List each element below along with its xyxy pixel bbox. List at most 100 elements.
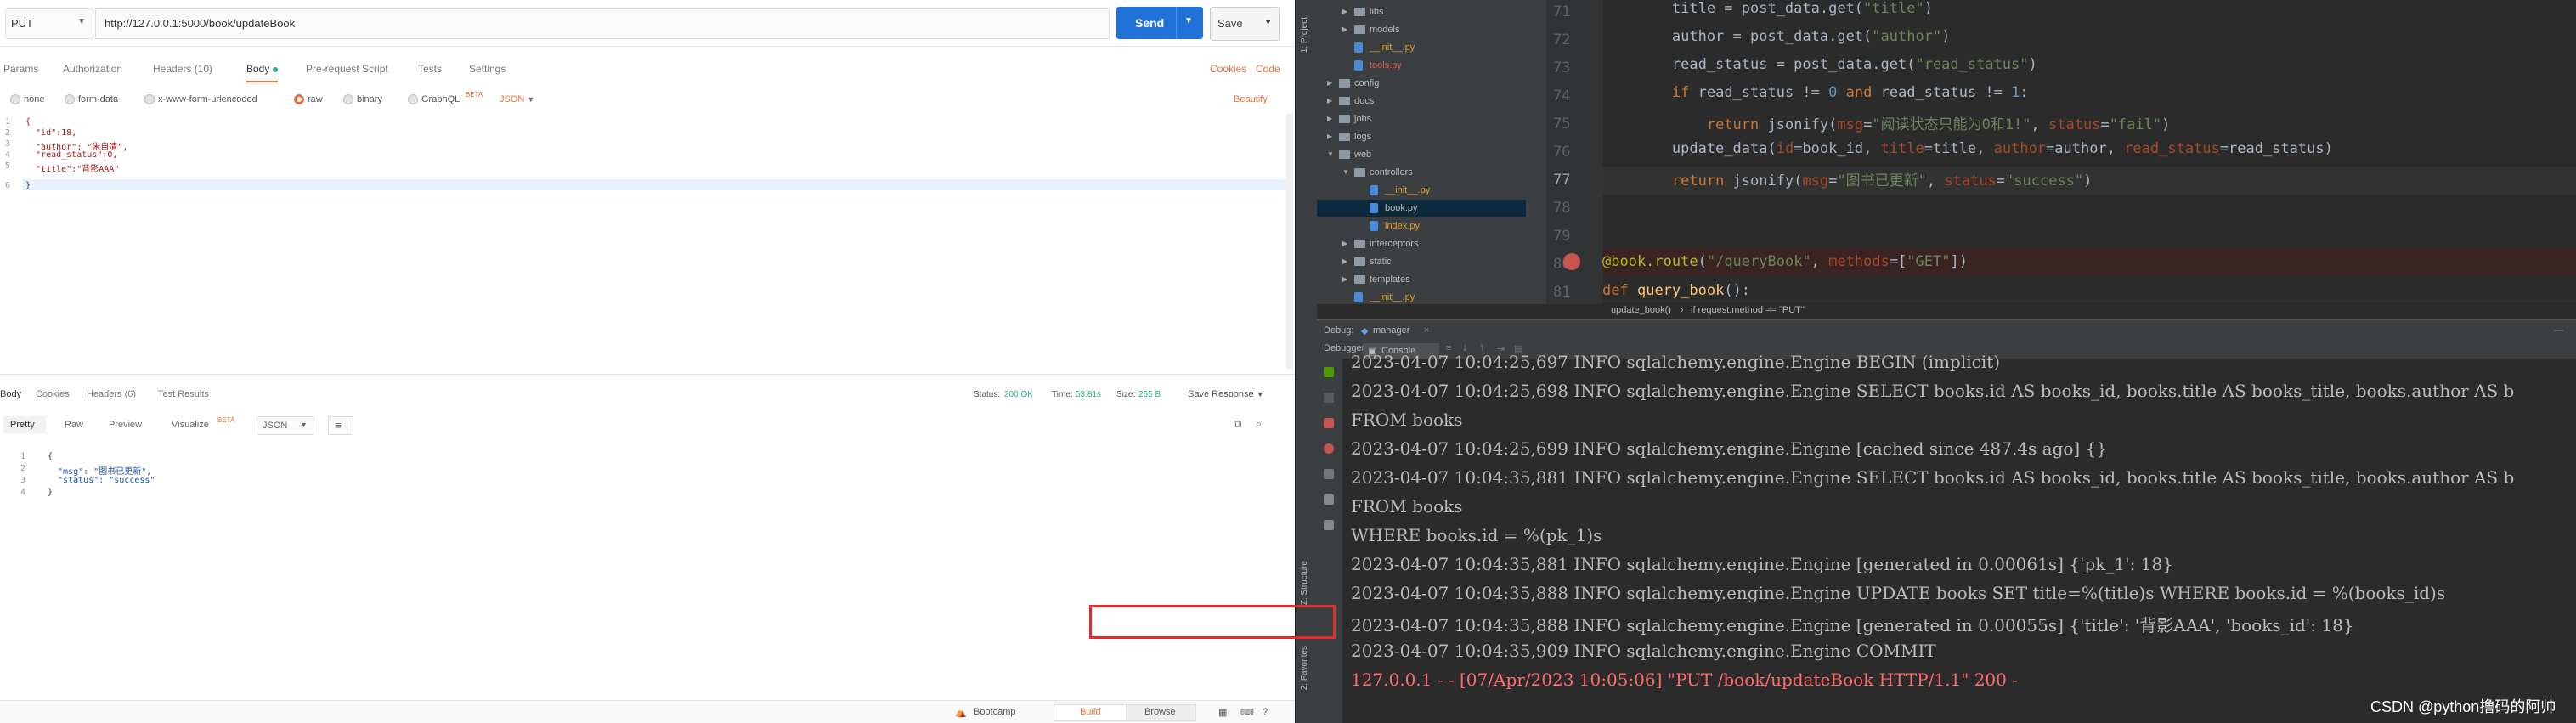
method-select[interactable]: PUT ▼ <box>5 8 93 39</box>
tab-authorization[interactable]: Authorization <box>63 63 122 75</box>
beautify-link[interactable]: Beautify <box>1234 94 1268 104</box>
run-config-tab[interactable]: manager <box>1373 325 1409 336</box>
help-icon[interactable]: ? <box>1263 707 1268 717</box>
radio-form-data[interactable] <box>65 94 75 104</box>
tree-item[interactable]: ▶ docs <box>1317 93 1526 110</box>
tab-params[interactable]: Params <box>3 63 38 75</box>
tree-item[interactable]: __init__.py <box>1317 289 1526 306</box>
response-body-viewer[interactable]: 1 2 3 4 { "msg": "图书已更新", "status": "suc… <box>0 447 1295 702</box>
pane-divider[interactable] <box>0 374 1295 375</box>
settings-icon[interactable] <box>1324 494 1334 505</box>
browse-tab[interactable]: Browse <box>1127 704 1196 721</box>
stop-icon[interactable] <box>1324 418 1334 428</box>
tree-item[interactable]: ▶ templates <box>1317 271 1526 288</box>
minimize-icon[interactable]: — <box>2554 325 2563 336</box>
folder-icon <box>1354 168 1365 177</box>
tree-item-label: tools.py <box>1370 60 1402 71</box>
bootcamp-icon[interactable]: ⛺ <box>955 707 967 718</box>
breakpoint-icon[interactable] <box>1563 253 1580 270</box>
radio-none[interactable] <box>10 94 20 104</box>
expand-right-icon[interactable]: ▶ <box>1327 79 1332 87</box>
tab-response-headers[interactable]: Headers (6) <box>87 389 136 399</box>
python-file-icon <box>1370 185 1378 195</box>
tree-item[interactable]: index.py <box>1317 217 1526 234</box>
pin-icon[interactable] <box>1324 520 1334 530</box>
tab-settings[interactable]: Settings <box>469 63 506 75</box>
expand-right-icon[interactable]: ▶ <box>1342 275 1347 283</box>
expand-right-icon[interactable]: ▶ <box>1327 133 1332 140</box>
build-tab[interactable]: Build <box>1054 704 1127 721</box>
tab-response-body[interactable]: Body <box>0 389 21 399</box>
structure-tool-tab[interactable]: Z: Structure <box>1300 561 1309 605</box>
view-pretty-button[interactable]: Pretty <box>3 416 46 433</box>
close-icon[interactable]: × <box>1424 325 1429 336</box>
body-type-options: none form-data x-www-form-urlencoded raw… <box>0 90 1295 110</box>
radio-urlencoded[interactable] <box>144 94 155 104</box>
tree-item[interactable]: ▶ static <box>1317 253 1526 270</box>
tree-scrollbar[interactable] <box>1526 0 1534 304</box>
tree-item[interactable]: ▼ controllers <box>1317 164 1526 181</box>
expand-right-icon[interactable]: ▶ <box>1327 115 1332 122</box>
expand-right-icon[interactable]: ▶ <box>1342 8 1347 15</box>
code-line: @book.route("/queryBook", methods=["GET"… <box>1602 253 1968 270</box>
browse-label: Browse <box>1144 707 1176 717</box>
code-line: title = post_data.get("title") <box>1602 0 1933 17</box>
code-editor[interactable]: title = post_data.get("title") author = … <box>1602 0 2576 304</box>
body-format-select[interactable]: JSON ▼ <box>500 94 534 104</box>
tab-tests[interactable]: Tests <box>418 63 442 75</box>
tree-item[interactable]: ▶ models <box>1317 21 1526 38</box>
keyboard-icon[interactable]: ⌨ <box>1240 707 1254 718</box>
expand-right-icon[interactable]: ▶ <box>1342 257 1347 265</box>
cookies-link[interactable]: Cookies <box>1210 63 1246 75</box>
breadcrumb-function[interactable]: update_book() <box>1611 305 1671 315</box>
editor-scrollbar[interactable] <box>1286 114 1293 369</box>
save-button[interactable]: Save ▼ <box>1210 7 1280 41</box>
expand-right-icon[interactable]: ▶ <box>1342 240 1347 247</box>
tree-item[interactable]: ▶ config <box>1317 75 1526 92</box>
option-urlencoded-label: x-www-form-urlencoded <box>158 94 257 104</box>
expand-down-icon[interactable]: ▼ <box>1327 150 1334 158</box>
tree-item-label: static <box>1370 257 1392 267</box>
breadcrumb-condition[interactable]: if request.method == "PUT" <box>1691 305 1805 315</box>
view-breakpoints-icon[interactable] <box>1324 443 1334 454</box>
tab-pre-request-script[interactable]: Pre-request Script <box>306 63 388 75</box>
wrap-lines-button[interactable]: ≡ <box>328 416 353 435</box>
project-tool-tab[interactable]: 1: Project <box>1300 17 1309 53</box>
expand-right-icon[interactable]: ▶ <box>1342 25 1347 33</box>
tab-test-results[interactable]: Test Results <box>158 389 209 399</box>
bootcamp-link[interactable]: Bootcamp <box>974 707 1016 717</box>
tree-item[interactable]: __init__.py <box>1317 39 1526 56</box>
layout-icon[interactable]: ▦ <box>1218 707 1227 718</box>
chevron-down-icon[interactable]: ▼ <box>1264 18 1272 26</box>
expand-right-icon[interactable]: ▶ <box>1327 97 1332 104</box>
code-line: author = post_data.get("author") <box>1602 28 1951 45</box>
option-graphql-label: GraphQL <box>421 94 460 104</box>
tree-item[interactable]: ▶ interceptors <box>1317 235 1526 252</box>
tree-item[interactable]: ▶ logs <box>1317 128 1526 145</box>
save-response-button[interactable]: Save Response ▼ <box>1188 389 1264 399</box>
favorites-tool-tab[interactable]: 2: Favorites <box>1300 646 1309 690</box>
tab-response-cookies[interactable]: Cookies <box>36 389 70 399</box>
radio-raw[interactable] <box>294 94 304 104</box>
console-output[interactable]: 2023-04-07 10:04:25,697 INFO sqlalchemy.… <box>1342 352 2576 723</box>
send-button[interactable]: Send ▼ <box>1116 7 1203 39</box>
resume-icon[interactable] <box>1324 367 1334 377</box>
tree-item[interactable]: ▼ web <box>1317 146 1526 163</box>
url-input[interactable]: http://127.0.0.1:5000/book/updateBook <box>95 8 1110 39</box>
tab-headers[interactable]: Headers (10) <box>153 63 212 75</box>
request-body-editor[interactable]: 1 2 3 4 5 6 { "id":18, "author": "朱自清", … <box>0 114 1295 369</box>
tree-item[interactable]: ▶ jobs <box>1317 110 1526 127</box>
response-format-select[interactable]: JSON ▼ <box>257 416 314 435</box>
tree-item[interactable]: __init__.py <box>1317 182 1526 199</box>
tree-item[interactable]: ▶ libs <box>1317 3 1526 20</box>
chevron-down-icon[interactable]: ▼ <box>1184 16 1193 25</box>
pause-icon[interactable] <box>1324 393 1334 403</box>
radio-graphql[interactable] <box>408 94 418 104</box>
tree-item[interactable]: tools.py <box>1317 57 1526 74</box>
tree-item[interactable]: book.py <box>1317 200 1526 217</box>
code-link[interactable]: Code <box>1256 63 1280 75</box>
mute-breakpoints-icon[interactable] <box>1324 469 1334 479</box>
expand-down-icon[interactable]: ▼ <box>1342 168 1349 176</box>
radio-binary[interactable] <box>343 94 353 104</box>
tab-body[interactable]: Body <box>246 63 279 82</box>
